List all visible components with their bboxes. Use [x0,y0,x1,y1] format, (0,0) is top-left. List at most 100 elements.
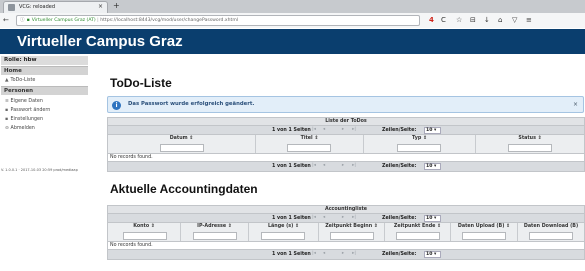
column-datum[interactable]: Datum ⇕ [108,135,256,153]
last-page-icon[interactable]: ▸| [351,163,357,169]
konto-filter-input[interactable] [123,232,167,240]
rows-per-page-label: Zeilen/Seite: [382,216,417,221]
ip-filter-input[interactable] [193,232,237,240]
url-path: https://localhost:8443/vcg/mod/user/chan… [100,18,239,23]
first-page-icon[interactable]: |◂ [311,163,317,169]
page-report: 1 von 1 Seiten [272,252,311,257]
prev-page-icon[interactable]: ◂ [321,163,327,169]
column-header-label: IP-Adresse ⇕ [197,224,232,229]
url-site: Virtueller Campus Graz (AT) [31,18,96,23]
last-page-icon[interactable]: ▸| [351,251,357,257]
close-icon[interactable]: × [573,97,578,112]
sidebar-item-label: Abmelden [10,126,35,131]
column-daten-download[interactable]: Daten Download (B) [518,223,584,241]
sidebar-item-label: Eigene Daten [10,99,43,104]
column-konto[interactable]: Konto ⇕ [108,223,181,241]
menu-icon[interactable]: ≡ [526,15,532,25]
lock-icon: ▪ [26,18,30,23]
menu-heading-personen[interactable]: Personen [1,86,88,95]
download-filter-input[interactable] [529,232,573,240]
rows-per-page-select[interactable]: 10 ▾ [424,251,441,258]
sidebar-item-einstellungen[interactable]: ▪ Einstellungen [1,115,88,124]
laenge-filter-input[interactable] [261,232,305,240]
next-page-icon[interactable]: ▸ [340,215,346,221]
sidebar-item-todo-liste[interactable]: ▲ ToDo-Liste [1,76,88,85]
last-page-icon[interactable]: ▸| [351,127,357,133]
browser-chrome: VCG: reloaded × + ← ⓘ ▪ Virtueller Campus … [0,0,585,28]
pocket-icon[interactable]: ▽ [512,15,517,25]
app-title: Virtueller Campus Graz [0,29,585,54]
gear-icon: ▪ [5,117,9,122]
column-header-label: Zeitpunkt Beginn ⇕ [325,224,378,229]
beginn-filter-input[interactable] [330,232,374,240]
table-paginator-bottom: 1 von 1 Seiten |◂ ◂ ▸ ▸| Zeilen/Seite: 1… [108,250,584,259]
column-ip-adresse[interactable]: IP-Adresse ⇕ [181,223,249,241]
next-page-icon[interactable]: ▸ [340,251,346,257]
first-page-icon[interactable]: |◂ [311,127,317,133]
rows-per-page-label: Zeilen/Seite: [382,164,417,169]
prev-page-icon[interactable]: ◂ [321,127,327,133]
prev-page-icon[interactable]: ◂ [321,251,327,257]
column-header-label: Länge (s) ⇕ [268,224,299,229]
datum-filter-input[interactable] [160,144,204,152]
sidebar-item-eigene-daten[interactable]: ≡ Eigene Daten [1,97,88,106]
rows-per-page-select[interactable]: 10 ▾ [424,163,441,170]
next-page-icon[interactable]: ▸ [340,127,346,133]
reload-icon[interactable]: C [441,15,446,25]
page-report: 1 von 1 Seiten [272,128,311,133]
table-paginator-top: 1 von 1 Seiten |◂ ◂ ▸ ▸| Zeilen/Seite: 1… [108,214,584,223]
todo-table: Liste der ToDos 1 von 1 Seiten |◂ ◂ ▸ ▸|… [107,117,585,172]
table-caption: Accountingliste [108,206,584,214]
bookmark-star-icon[interactable]: ☆ [456,15,462,25]
empty-message: No records found. [108,154,584,162]
column-header-label: Zeitpunkt Ende ⇕ [393,224,442,229]
download-icon[interactable]: ↓ [484,15,490,25]
column-zeitpunkt-beginn[interactable]: Zeitpunkt Beginn ⇕ [319,223,385,241]
sidebar-item-label: Einstellungen [10,117,44,122]
table-paginator-top: 1 von 1 Seiten |◂ ◂ ▸ ▸| Zeilen/Seite: 1… [108,126,584,135]
sidebar-item-passwort-aendern[interactable]: ▪ Passwort ändern [1,106,88,115]
info-icon: i [112,101,121,110]
rows-per-page-select[interactable]: 10 ▾ [424,215,441,222]
first-page-icon[interactable]: |◂ [311,215,317,221]
upload-filter-input[interactable] [462,232,506,240]
column-typ[interactable]: Typ ⇕ [364,135,476,153]
rows-per-page-label: Zeilen/Seite: [382,252,417,257]
titel-filter-input[interactable] [287,144,331,152]
column-laenge[interactable]: Länge (s) ⇕ [249,223,319,241]
favicon-icon [8,4,15,11]
back-arrow-icon[interactable]: ← [3,15,9,25]
next-page-icon[interactable]: ▸ [340,163,346,169]
column-zeitpunkt-ende[interactable]: Zeitpunkt Ende ⇕ [385,223,451,241]
column-header-label: Daten Upload (B) ⇕ [457,224,511,229]
home-icon[interactable]: ⌂ [498,15,502,25]
table-header: Konto ⇕ IP-Adresse ⇕ Länge (s) ⇕ Zeitpun… [108,223,584,242]
typ-filter-input[interactable] [397,144,441,152]
site-info-icon[interactable]: ⓘ [20,18,25,23]
prev-page-icon[interactable]: ◂ [321,215,327,221]
browser-tab[interactable]: VCG: reloaded × [3,1,108,13]
url-bar[interactable]: ⓘ ▪ Virtueller Campus Graz (AT) | https://… [16,15,420,26]
new-tab-button[interactable]: + [113,0,120,12]
ende-filter-input[interactable] [396,232,440,240]
column-status[interactable]: Status ⇕ [476,135,584,153]
sidebar-item-label: ToDo-Liste [10,78,36,83]
column-daten-upload[interactable]: Daten Upload (B) ⇕ [451,223,518,241]
reading-list-icon[interactable]: ⊟ [470,15,476,25]
status-filter-input[interactable] [508,144,552,152]
last-page-icon[interactable]: ▸| [351,215,357,221]
menu-heading-home[interactable]: Home [1,66,88,75]
column-titel[interactable]: Titel ⇕ [256,135,364,153]
sidebar-item-abmelden[interactable]: ⊝ Abmelden [1,124,88,133]
rows-per-page-select[interactable]: 10 ▾ [424,127,441,134]
addon-badge[interactable]: 4 [429,15,434,25]
rows-per-page-value: 10 [426,216,433,221]
column-header-label: Status ⇕ [518,136,542,141]
tab-close-icon[interactable]: × [98,2,103,12]
todo-icon: ▲ [5,78,9,83]
table-paginator-bottom: 1 von 1 Seiten |◂ ◂ ▸ ▸| Zeilen/Seite: 1… [108,162,584,171]
nav-bar: ← ⓘ ▪ Virtueller Campus Graz (AT) | https:… [0,13,585,28]
first-page-icon[interactable]: |◂ [311,251,317,257]
todo-heading: ToDo-Liste [110,76,172,90]
rows-per-page-value: 10 [426,252,433,257]
